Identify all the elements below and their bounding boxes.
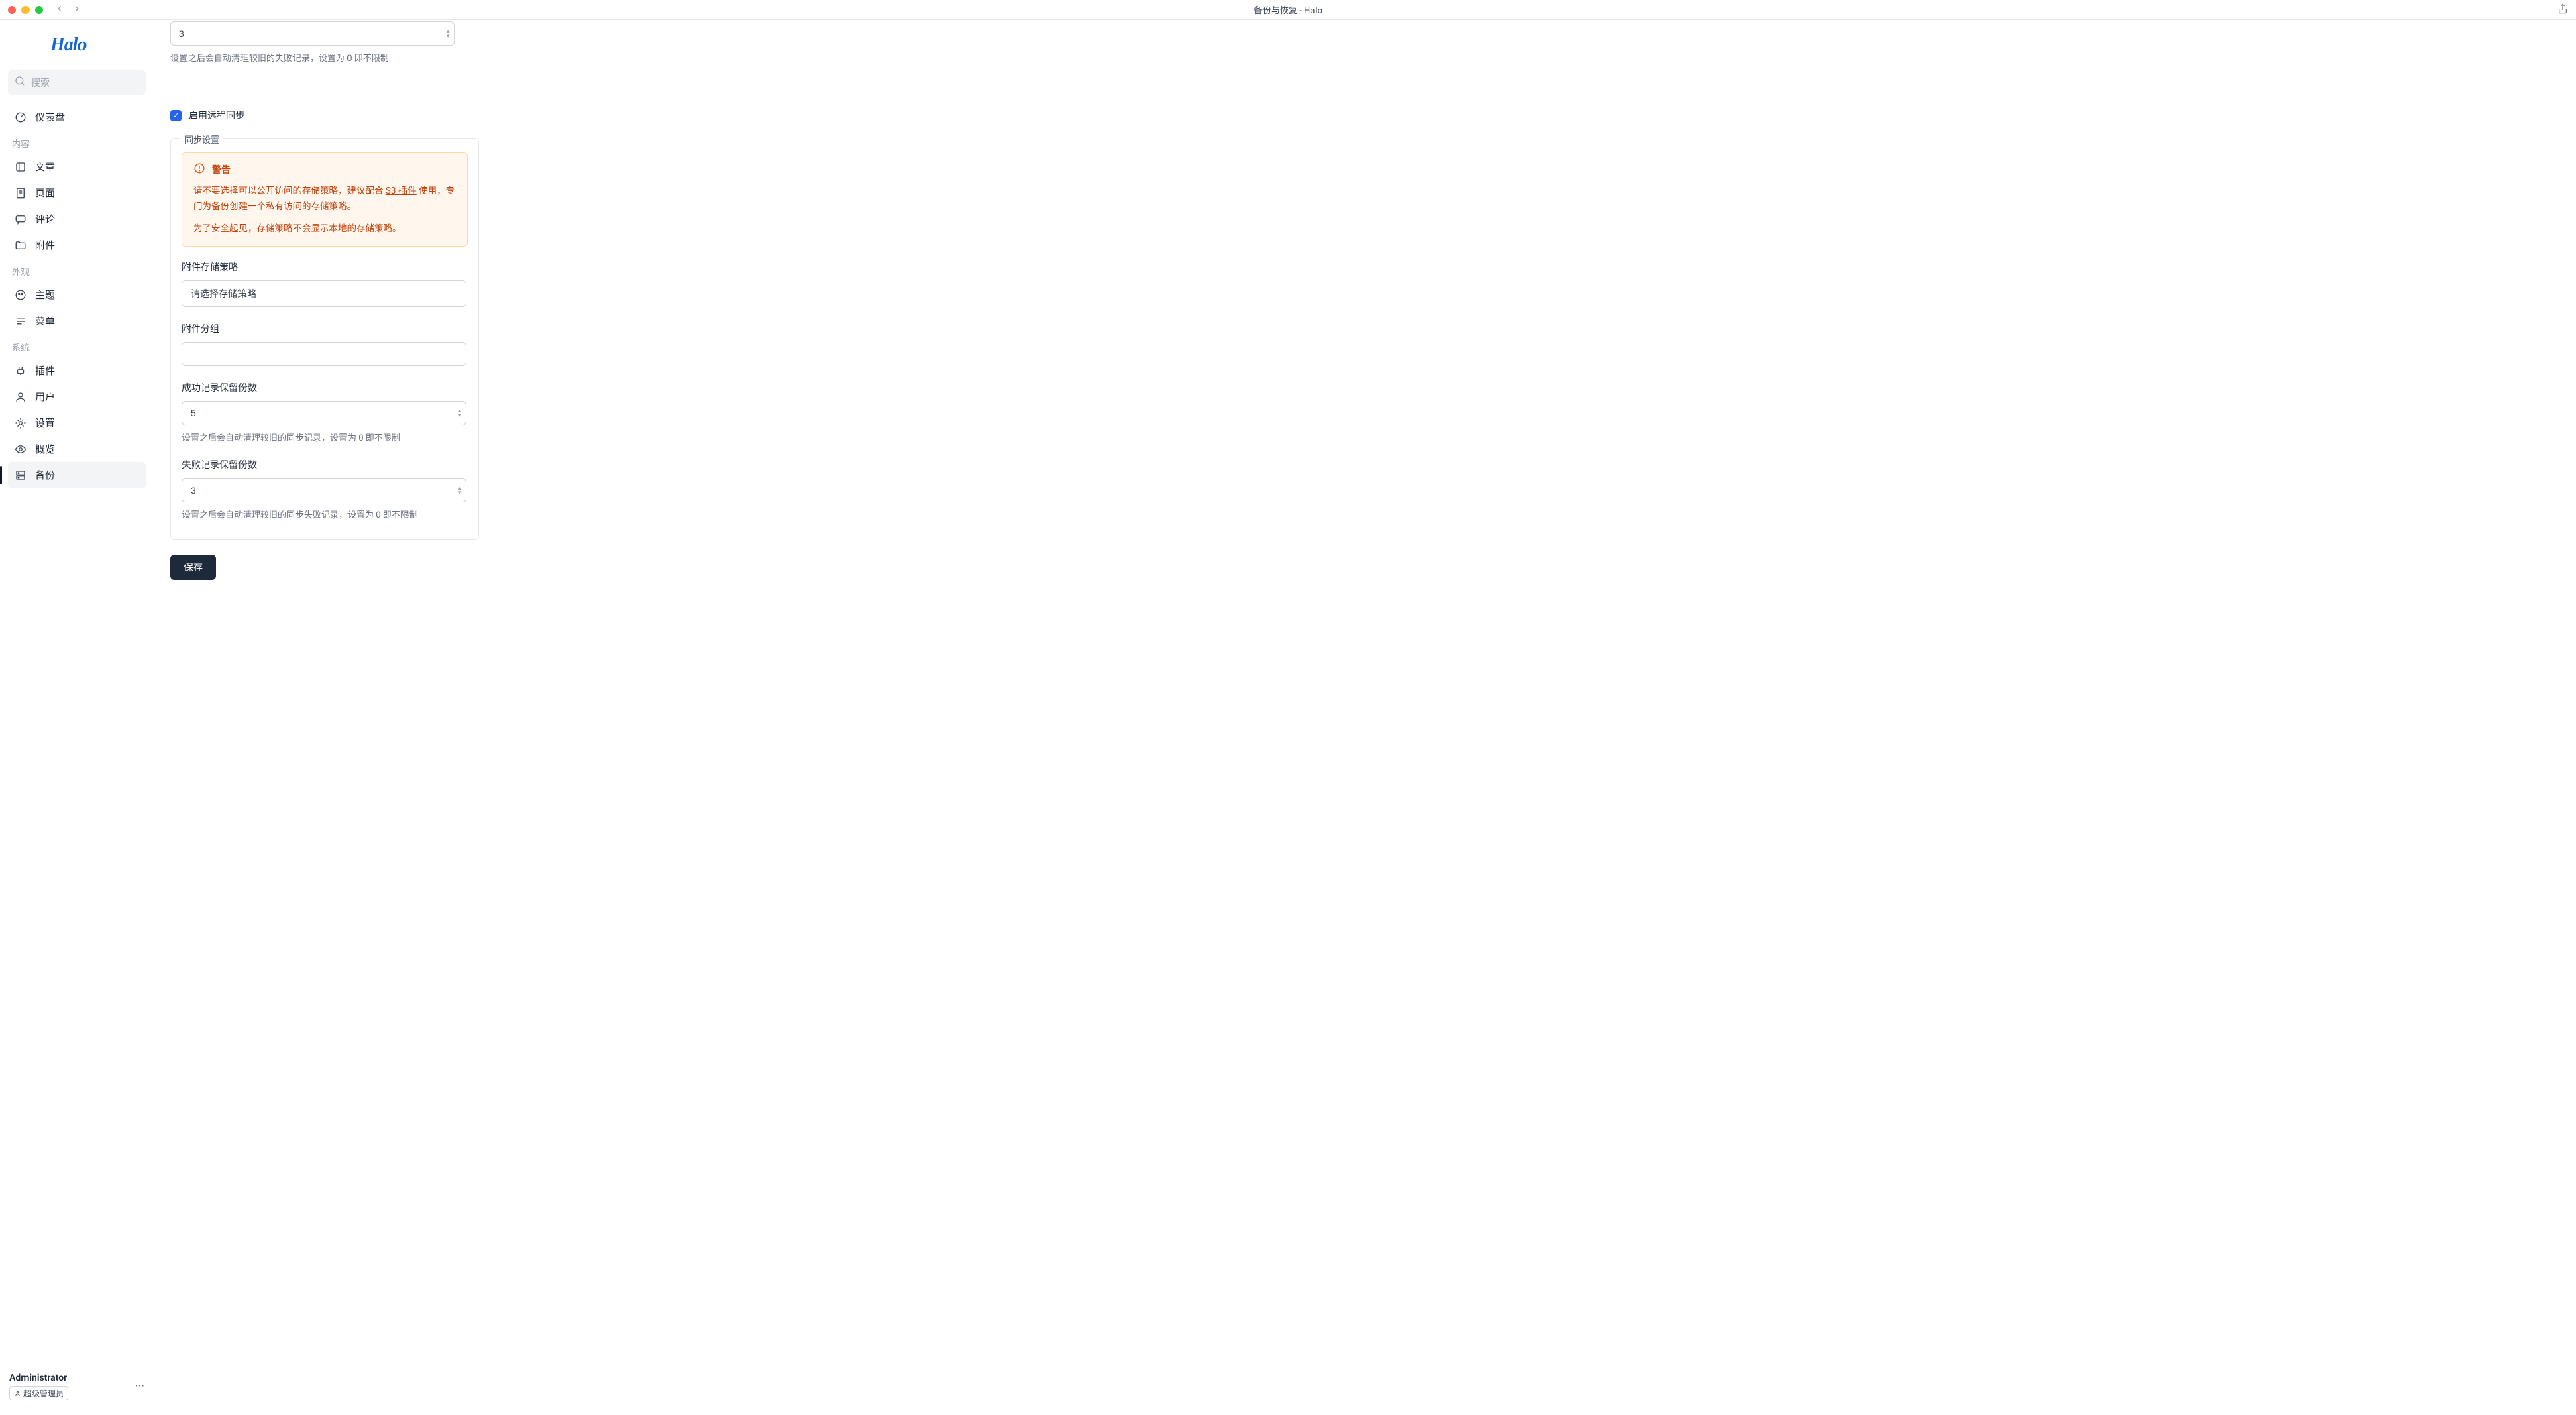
remote-sync-label: 启用远程同步 xyxy=(189,109,245,122)
svg-text:Halo: Halo xyxy=(50,34,87,55)
comment-icon xyxy=(15,213,27,225)
traffic-lights xyxy=(8,6,43,14)
sidebar-item-label: 插件 xyxy=(35,363,55,378)
palette-icon xyxy=(15,289,27,301)
nav-heading-system: 系统 xyxy=(8,334,146,357)
number-spinner[interactable]: ▲▼ xyxy=(445,29,451,38)
nav-heading-appearance: 外观 xyxy=(8,258,146,282)
storage-policy-label: 附件存储策略 xyxy=(182,260,468,274)
warning-icon xyxy=(193,162,205,177)
user-icon xyxy=(15,391,27,403)
warning-alert: 警告 请不要选择可以公开访问的存储策略，建议配合 S3 插件 使用，专门为备份创… xyxy=(182,152,468,247)
sidebar-item-label: 评论 xyxy=(35,212,55,226)
footer-more-button[interactable]: ··· xyxy=(135,1379,144,1394)
server-icon xyxy=(15,469,27,482)
eye-icon xyxy=(15,443,27,455)
checkbox-checked-icon[interactable]: ✓ xyxy=(170,110,182,121)
sidebar-item-label: 仪表盘 xyxy=(35,110,65,124)
save-button[interactable]: 保存 xyxy=(170,555,216,580)
fail-keep-input[interactable] xyxy=(182,478,466,502)
folder-icon xyxy=(15,239,27,251)
number-spinner[interactable]: ▲▼ xyxy=(457,408,462,418)
sidebar-item-label: 页面 xyxy=(35,186,55,200)
sidebar-item-users[interactable]: 用户 xyxy=(8,384,146,410)
sidebar: Halo ⌘+K 仪表盘 内容 xyxy=(0,20,154,1415)
group-input[interactable] xyxy=(182,342,466,366)
main-content: ▲▼ 设置之后会自动清理较旧的失败记录，设置为 0 即不限制 ✓ 启用远程同步 … xyxy=(154,20,2576,1415)
success-keep-helper: 设置之后会自动清理较旧的同步记录，设置为 0 即不限制 xyxy=(182,431,468,443)
success-keep-input[interactable] xyxy=(182,401,466,425)
sidebar-item-comments[interactable]: 评论 xyxy=(8,206,146,232)
search-icon xyxy=(15,76,25,89)
nav-arrows xyxy=(55,3,82,16)
footer-username: Administrator xyxy=(9,1373,68,1383)
share-icon[interactable] xyxy=(2557,3,2568,17)
fail-keep-helper: 设置之后会自动清理较旧的同步失败记录，设置为 0 即不限制 xyxy=(182,508,468,520)
fieldset-legend: 同步设置 xyxy=(180,133,223,146)
sidebar-item-overview[interactable]: 概览 xyxy=(8,436,146,462)
top-fail-keep-helper: 设置之后会自动清理较旧的失败记录，设置为 0 即不限制 xyxy=(170,51,479,64)
number-spinner[interactable]: ▲▼ xyxy=(457,486,462,495)
sidebar-item-plugins[interactable]: 插件 xyxy=(8,357,146,384)
minimize-window-button[interactable] xyxy=(21,6,30,14)
remote-sync-checkbox-row[interactable]: ✓ 启用远程同步 xyxy=(170,109,989,122)
s3-plugin-link[interactable]: S3 插件 xyxy=(386,186,417,196)
sidebar-item-label: 用户 xyxy=(35,390,55,404)
storage-policy-select[interactable]: 请选择存储策略 xyxy=(182,280,466,307)
alert-text-1: 请不要选择可以公开访问的存储策略，建议配合 S3 插件 使用，专门为备份创建一个… xyxy=(193,184,456,215)
sidebar-item-settings[interactable]: 设置 xyxy=(8,410,146,436)
top-fail-keep-input[interactable] xyxy=(170,21,455,46)
sidebar-item-label: 附件 xyxy=(35,238,55,252)
page-icon xyxy=(15,187,27,199)
book-icon xyxy=(15,161,27,173)
sidebar-item-label: 概览 xyxy=(35,442,55,456)
plug-icon xyxy=(15,365,27,377)
list-icon xyxy=(15,315,27,327)
sidebar-item-label: 主题 xyxy=(35,288,55,302)
sidebar-item-articles[interactable]: 文章 xyxy=(8,154,146,180)
search-input[interactable] xyxy=(31,77,152,88)
fail-keep-label: 失败记录保留份数 xyxy=(182,458,468,471)
alert-title: 警告 xyxy=(212,163,231,176)
group-label: 附件分组 xyxy=(182,322,468,335)
sidebar-item-dashboard[interactable]: 仪表盘 xyxy=(8,104,146,130)
window-title: 备份与恢复 - Halo xyxy=(1254,3,1322,16)
maximize-window-button[interactable] xyxy=(35,6,43,14)
nav-back-button[interactable] xyxy=(55,3,64,16)
titlebar: 备份与恢复 - Halo xyxy=(0,0,2576,20)
sidebar-item-label: 文章 xyxy=(35,160,55,174)
search-box[interactable]: ⌘+K xyxy=(8,70,146,95)
sidebar-item-themes[interactable]: 主题 xyxy=(8,282,146,308)
sidebar-item-label: 菜单 xyxy=(35,314,55,328)
nav-forward-button[interactable] xyxy=(72,3,82,16)
sidebar-item-label: 备份 xyxy=(35,468,55,482)
gear-icon xyxy=(15,417,27,429)
nav-heading-content: 内容 xyxy=(8,130,146,154)
success-keep-label: 成功记录保留份数 xyxy=(182,381,468,394)
alert-text-2: 为了安全起见，存储策略不会显示本地的存储策略。 xyxy=(193,221,456,237)
close-window-button[interactable] xyxy=(8,6,16,14)
sidebar-item-backup[interactable]: 备份 xyxy=(8,462,146,488)
sidebar-item-label: 设置 xyxy=(35,416,55,430)
gauge-icon xyxy=(15,111,27,123)
footer-role-badge: 超级管理员 xyxy=(9,1386,68,1400)
sidebar-item-menus[interactable]: 菜单 xyxy=(8,308,146,334)
sync-settings-fieldset: 同步设置 警告 请不要选择可以公开访问的存储策略，建议配合 S3 插件 使用，专… xyxy=(170,138,479,540)
logo[interactable]: Halo xyxy=(0,28,154,70)
sidebar-item-pages[interactable]: 页面 xyxy=(8,180,146,206)
sidebar-footer: Administrator 超级管理员 ··· xyxy=(0,1366,154,1407)
sidebar-item-attachments[interactable]: 附件 xyxy=(8,232,146,258)
